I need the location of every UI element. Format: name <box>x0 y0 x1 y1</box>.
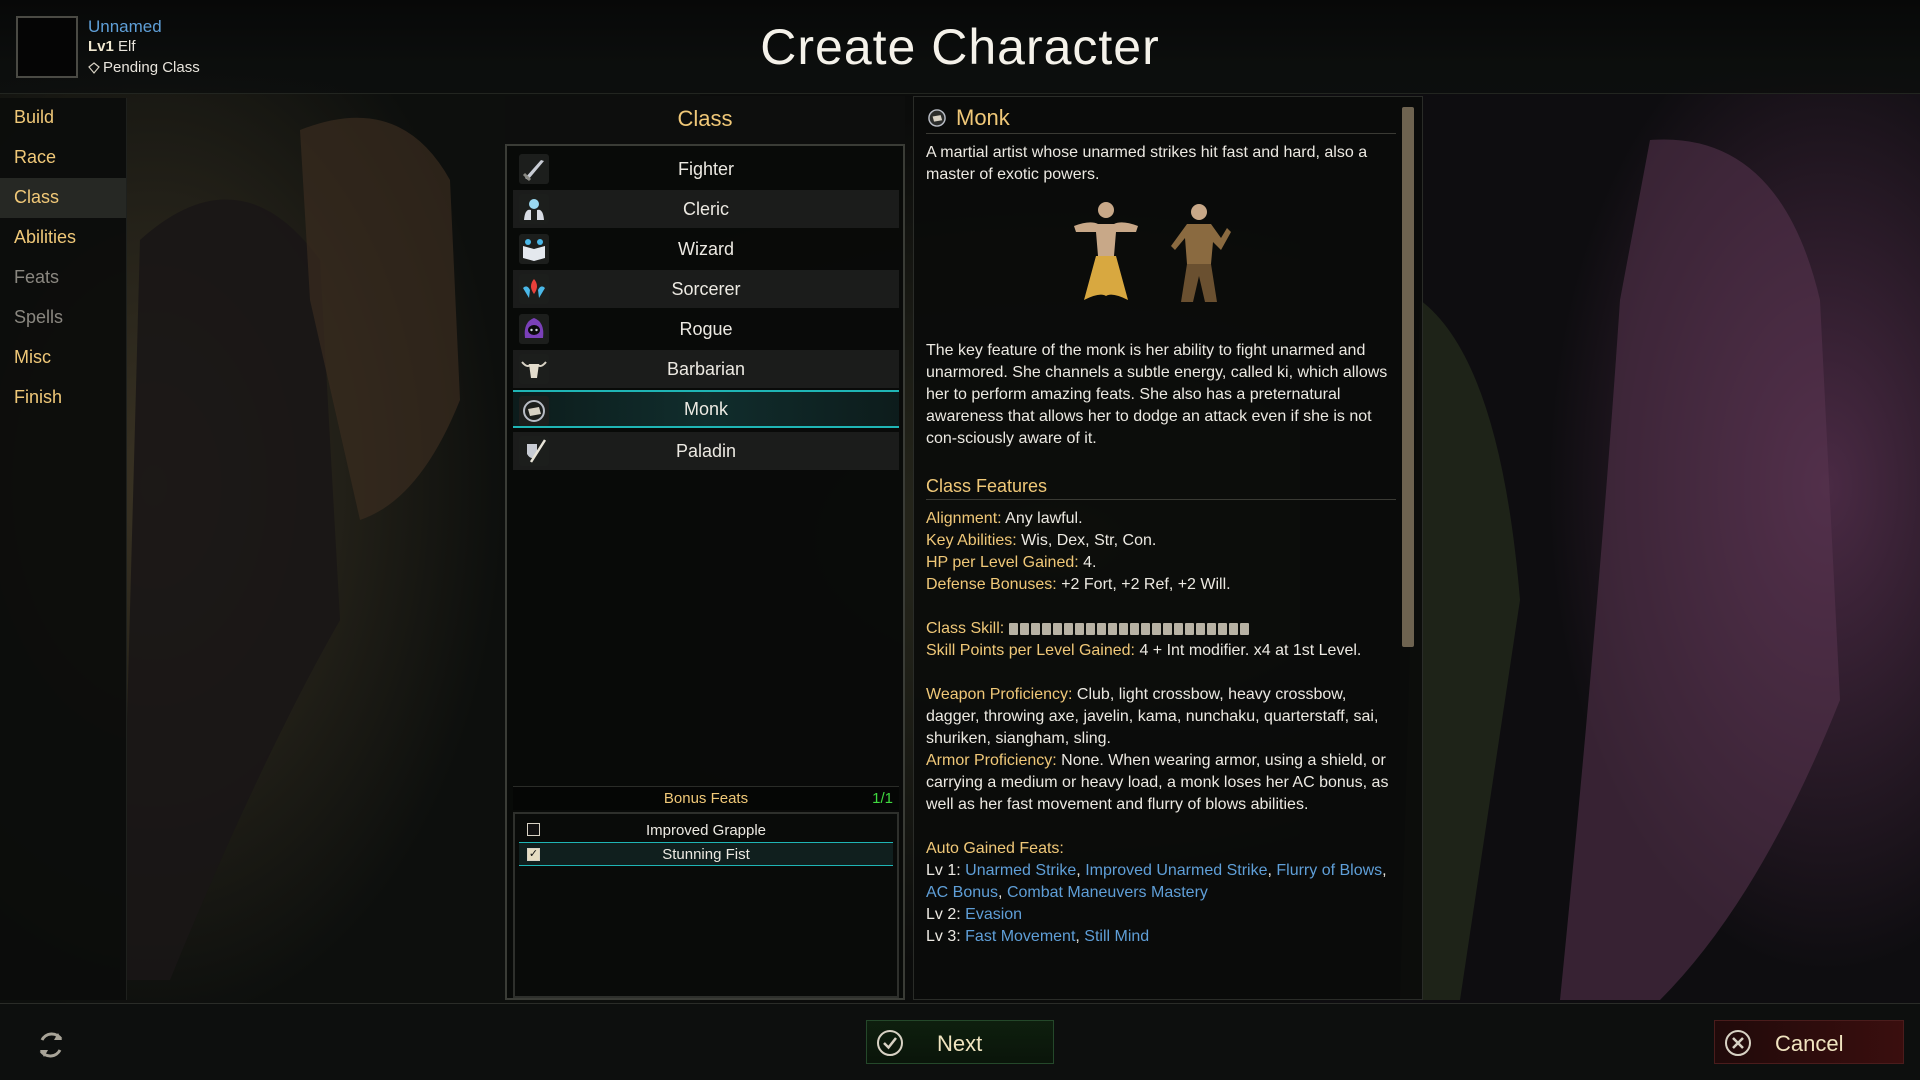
feature-skill-points: Skill Points per Level Gained: 4 + Int m… <box>926 642 1362 659</box>
class-list: Fighter Cleric Wizard Sorcerer Rogue Bar… <box>505 144 905 1000</box>
hood-icon <box>519 314 549 344</box>
feat-link-ac-bonus[interactable]: AC Bonus <box>926 884 998 901</box>
bonus-feats-header: Bonus Feats 1/1 <box>513 786 899 810</box>
sidebar-item-race[interactable]: Race <box>0 138 126 178</box>
feat-link-fast-movement[interactable]: Fast Movement <box>965 928 1075 945</box>
class-row-monk[interactable]: Monk <box>513 390 899 428</box>
sidebar-item-build[interactable]: Build <box>0 98 126 138</box>
sidebar-item-feats[interactable]: Feats <box>0 258 126 298</box>
flame-hands-icon <box>519 274 549 304</box>
class-row-sorcerer[interactable]: Sorcerer <box>513 270 899 308</box>
feat-link-unarmed-strike[interactable]: Unarmed Strike <box>965 862 1076 879</box>
bull-skull-icon <box>519 354 549 384</box>
class-row-barbarian[interactable]: Barbarian <box>513 350 899 388</box>
auto-feats-lv3: Lv 3: Fast Movement, Still Mind <box>926 928 1150 945</box>
sidebar-item-class[interactable]: Class <box>0 178 126 218</box>
sidebar-item-spells[interactable]: Spells <box>0 298 126 338</box>
sword-icon <box>519 154 549 184</box>
feat-link-evasion[interactable]: Evasion <box>965 906 1022 923</box>
refresh-icon[interactable] <box>34 1028 68 1062</box>
class-features-title: Class Features <box>926 476 1396 500</box>
feature-class-skill: Class Skill: <box>926 618 1396 640</box>
feat-link-flurry-of-blows[interactable]: Flurry of Blows <box>1276 862 1382 879</box>
class-skill-icons[interactable] <box>1008 622 1249 635</box>
feat-row-stunning-fist[interactable]: ✓ Stunning Fist <box>519 842 893 866</box>
feature-armor-proficiency: Armor Proficiency: None. When wearing ar… <box>926 752 1389 813</box>
sidebar-item-misc[interactable]: Misc <box>0 338 126 378</box>
feature-weapon-proficiency: Weapon Proficiency: Club, light crossbow… <box>926 686 1379 747</box>
monk-male-figure <box>1171 204 1231 302</box>
bonus-feats-list: Improved Grapple ✓ Stunning Fist <box>513 812 899 998</box>
description-content: Monk A martial artist whose unarmed stri… <box>926 105 1396 995</box>
bonus-feats-count: 1/1 <box>872 790 893 807</box>
top-bar: Unnamed Lv1 Elf Pending Class Create Cha… <box>0 0 1920 94</box>
class-row-cleric[interactable]: Cleric <box>513 190 899 228</box>
monk-female-figure <box>1074 202 1138 300</box>
bonus-feats-title: Bonus Feats <box>663 790 749 807</box>
feat-checkbox-improved-grapple[interactable] <box>527 823 540 836</box>
class-panel: Class Fighter Cleric Wizard Sorcerer Rog… <box>505 96 905 1000</box>
feat-link-still-mind[interactable]: Still Mind <box>1084 928 1149 945</box>
class-description-panel[interactable]: Monk A martial artist whose unarmed stri… <box>913 96 1423 1000</box>
feature-key-abilities: Key Abilities: Wis, Dex, Str, Con. <box>926 532 1157 549</box>
sidebar-item-finish[interactable]: Finish <box>0 378 126 418</box>
feat-link-combat-maneuvers-mastery[interactable]: Combat Maneuvers Mastery <box>1007 884 1208 901</box>
page-title: Create Character <box>760 19 1160 75</box>
step-sidebar: Build Race Class Abilities Feats Spells … <box>0 98 127 1000</box>
auto-feats-lv1: Lv 1: Unarmed Strike, Improved Unarmed S… <box>926 862 1387 901</box>
class-summary: A martial artist whose unarmed strikes h… <box>926 144 1368 183</box>
feature-hp-per-level: HP per Level Gained: 4. <box>926 554 1097 571</box>
auto-feats-title: Auto Gained Feats: <box>926 840 1064 857</box>
close-icon <box>1725 1030 1751 1056</box>
class-row-rogue[interactable]: Rogue <box>513 310 899 348</box>
description-header: Monk <box>926 105 1396 134</box>
shield-sword-icon <box>519 436 549 466</box>
cancel-button[interactable]: Cancel <box>1714 1020 1904 1064</box>
class-row-wizard[interactable]: Wizard <box>513 230 899 268</box>
holy-hands-icon <box>519 194 549 224</box>
class-panel-title: Class <box>677 106 733 131</box>
description-scrollbar[interactable] <box>1402 107 1414 647</box>
feature-defense-bonuses: Defense Bonuses: +2 Fort, +2 Ref, +2 Wil… <box>926 576 1231 593</box>
bottom-bar: Next Cancel <box>0 1003 1920 1080</box>
class-character-art <box>926 196 1396 326</box>
sidebar-item-abilities[interactable]: Abilities <box>0 218 126 258</box>
class-row-paladin[interactable]: Paladin <box>513 432 899 470</box>
feat-row-improved-grapple[interactable]: Improved Grapple <box>519 818 893 842</box>
next-button[interactable]: Next <box>866 1020 1054 1064</box>
spellbook-icon <box>519 234 549 264</box>
cancel-button-label: Cancel <box>1775 1031 1844 1056</box>
feature-alignment: Alignment: Any lawful. <box>926 510 1083 527</box>
class-lore: The key feature of the monk is her abili… <box>926 342 1388 447</box>
description-title: Monk <box>956 105 1010 130</box>
auto-feats-lv2: Lv 2: Evasion <box>926 906 1023 923</box>
class-row-fighter[interactable]: Fighter <box>513 150 899 188</box>
fist-icon <box>519 396 549 426</box>
next-button-label: Next <box>937 1031 983 1056</box>
feat-checkbox-stunning-fist[interactable]: ✓ <box>527 848 540 861</box>
fist-icon <box>928 109 946 127</box>
feat-link-improved-unarmed-strike[interactable]: Improved Unarmed Strike <box>1085 862 1267 879</box>
checkmark-icon <box>877 1030 903 1056</box>
